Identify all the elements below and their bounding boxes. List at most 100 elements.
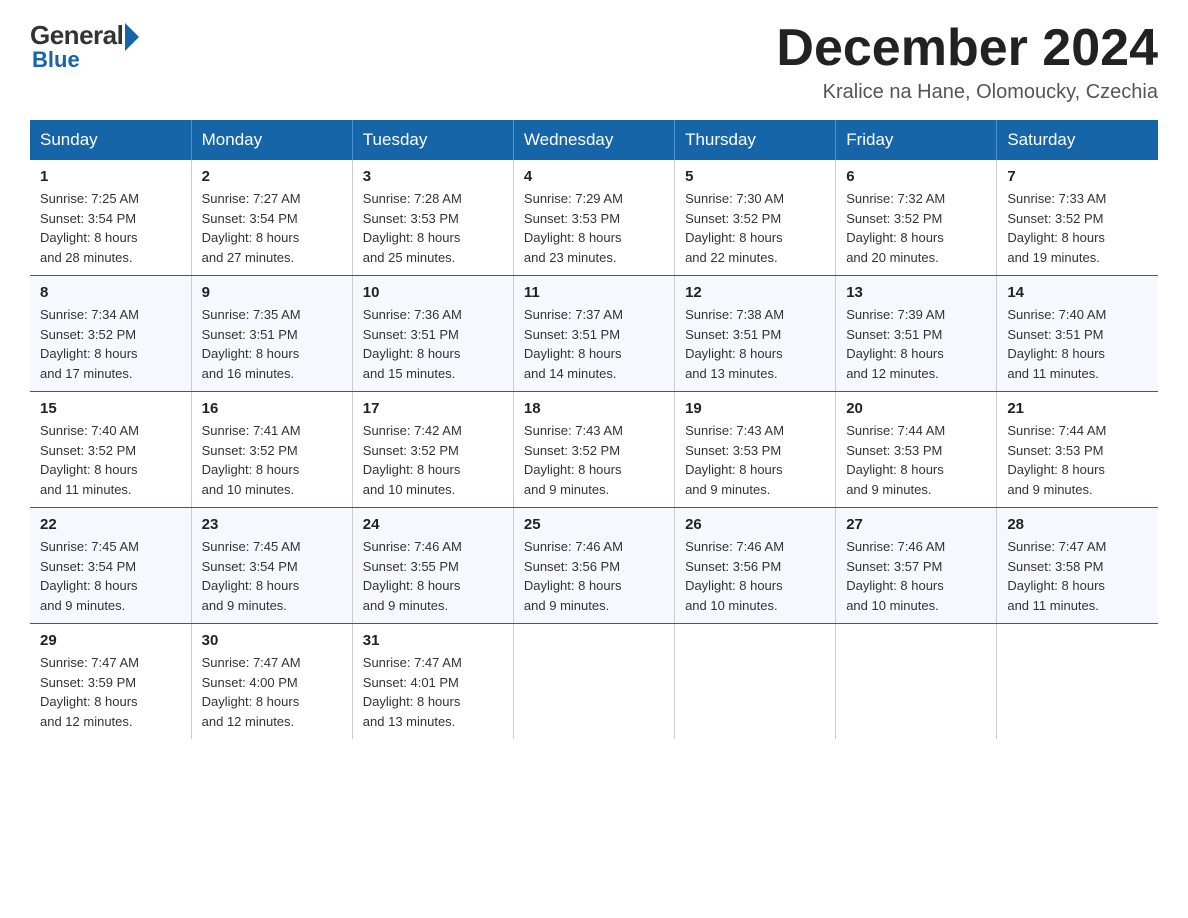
- day-detail: Sunrise: 7:45 AM Sunset: 3:54 PM Dayligh…: [202, 537, 342, 615]
- day-number: 14: [1007, 284, 1148, 301]
- day-number: 4: [524, 168, 664, 185]
- logo: General Blue: [30, 20, 139, 73]
- day-of-week-header: Wednesday: [513, 120, 674, 160]
- calendar-day-cell: 5 Sunrise: 7:30 AM Sunset: 3:52 PM Dayli…: [675, 160, 836, 276]
- day-number: 25: [524, 516, 664, 533]
- day-number: 12: [685, 284, 825, 301]
- day-detail: Sunrise: 7:32 AM Sunset: 3:52 PM Dayligh…: [846, 189, 986, 267]
- day-number: 21: [1007, 400, 1148, 417]
- calendar-day-cell: [675, 624, 836, 740]
- calendar-day-cell: [836, 624, 997, 740]
- calendar-week-row: 8 Sunrise: 7:34 AM Sunset: 3:52 PM Dayli…: [30, 276, 1158, 392]
- calendar-day-cell: 30 Sunrise: 7:47 AM Sunset: 4:00 PM Dayl…: [191, 624, 352, 740]
- day-of-week-header: Monday: [191, 120, 352, 160]
- title-section: December 2024 Kralice na Hane, Olomoucky…: [776, 20, 1158, 104]
- day-of-week-header: Saturday: [997, 120, 1158, 160]
- logo-blue-text: Blue: [32, 47, 80, 73]
- calendar-day-cell: 23 Sunrise: 7:45 AM Sunset: 3:54 PM Dayl…: [191, 508, 352, 624]
- calendar-day-cell: 31 Sunrise: 7:47 AM Sunset: 4:01 PM Dayl…: [352, 624, 513, 740]
- day-number: 6: [846, 168, 986, 185]
- day-detail: Sunrise: 7:47 AM Sunset: 4:01 PM Dayligh…: [363, 653, 503, 731]
- day-detail: Sunrise: 7:38 AM Sunset: 3:51 PM Dayligh…: [685, 305, 825, 383]
- day-detail: Sunrise: 7:40 AM Sunset: 3:52 PM Dayligh…: [40, 421, 181, 499]
- calendar-day-cell: 26 Sunrise: 7:46 AM Sunset: 3:56 PM Dayl…: [675, 508, 836, 624]
- day-detail: Sunrise: 7:43 AM Sunset: 3:53 PM Dayligh…: [685, 421, 825, 499]
- day-detail: Sunrise: 7:47 AM Sunset: 4:00 PM Dayligh…: [202, 653, 342, 731]
- day-number: 1: [40, 168, 181, 185]
- day-detail: Sunrise: 7:25 AM Sunset: 3:54 PM Dayligh…: [40, 189, 181, 267]
- calendar-week-row: 29 Sunrise: 7:47 AM Sunset: 3:59 PM Dayl…: [30, 624, 1158, 740]
- day-of-week-header: Friday: [836, 120, 997, 160]
- calendar-day-cell: 21 Sunrise: 7:44 AM Sunset: 3:53 PM Dayl…: [997, 392, 1158, 508]
- day-number: 18: [524, 400, 664, 417]
- month-title: December 2024: [776, 20, 1158, 77]
- day-number: 9: [202, 284, 342, 301]
- day-detail: Sunrise: 7:34 AM Sunset: 3:52 PM Dayligh…: [40, 305, 181, 383]
- day-number: 23: [202, 516, 342, 533]
- day-number: 16: [202, 400, 342, 417]
- day-detail: Sunrise: 7:33 AM Sunset: 3:52 PM Dayligh…: [1007, 189, 1148, 267]
- day-number: 27: [846, 516, 986, 533]
- day-detail: Sunrise: 7:46 AM Sunset: 3:55 PM Dayligh…: [363, 537, 503, 615]
- calendar-day-cell: 7 Sunrise: 7:33 AM Sunset: 3:52 PM Dayli…: [997, 160, 1158, 276]
- calendar-day-cell: 19 Sunrise: 7:43 AM Sunset: 3:53 PM Dayl…: [675, 392, 836, 508]
- day-detail: Sunrise: 7:41 AM Sunset: 3:52 PM Dayligh…: [202, 421, 342, 499]
- calendar-day-cell: 17 Sunrise: 7:42 AM Sunset: 3:52 PM Dayl…: [352, 392, 513, 508]
- calendar-day-cell: 25 Sunrise: 7:46 AM Sunset: 3:56 PM Dayl…: [513, 508, 674, 624]
- day-of-week-header: Tuesday: [352, 120, 513, 160]
- day-number: 3: [363, 168, 503, 185]
- day-number: 13: [846, 284, 986, 301]
- calendar-day-cell: 13 Sunrise: 7:39 AM Sunset: 3:51 PM Dayl…: [836, 276, 997, 392]
- day-detail: Sunrise: 7:46 AM Sunset: 3:57 PM Dayligh…: [846, 537, 986, 615]
- day-detail: Sunrise: 7:28 AM Sunset: 3:53 PM Dayligh…: [363, 189, 503, 267]
- calendar-day-cell: 1 Sunrise: 7:25 AM Sunset: 3:54 PM Dayli…: [30, 160, 191, 276]
- day-number: 17: [363, 400, 503, 417]
- day-detail: Sunrise: 7:27 AM Sunset: 3:54 PM Dayligh…: [202, 189, 342, 267]
- day-detail: Sunrise: 7:37 AM Sunset: 3:51 PM Dayligh…: [524, 305, 664, 383]
- calendar-day-cell: 27 Sunrise: 7:46 AM Sunset: 3:57 PM Dayl…: [836, 508, 997, 624]
- day-number: 31: [363, 632, 503, 649]
- calendar-day-cell: 2 Sunrise: 7:27 AM Sunset: 3:54 PM Dayli…: [191, 160, 352, 276]
- calendar-day-cell: 15 Sunrise: 7:40 AM Sunset: 3:52 PM Dayl…: [30, 392, 191, 508]
- calendar-day-cell: 9 Sunrise: 7:35 AM Sunset: 3:51 PM Dayli…: [191, 276, 352, 392]
- day-of-week-header: Thursday: [675, 120, 836, 160]
- day-detail: Sunrise: 7:42 AM Sunset: 3:52 PM Dayligh…: [363, 421, 503, 499]
- calendar-day-cell: [997, 624, 1158, 740]
- day-number: 5: [685, 168, 825, 185]
- location-subtitle: Kralice na Hane, Olomoucky, Czechia: [776, 81, 1158, 104]
- calendar-day-cell: 22 Sunrise: 7:45 AM Sunset: 3:54 PM Dayl…: [30, 508, 191, 624]
- calendar-week-row: 1 Sunrise: 7:25 AM Sunset: 3:54 PM Dayli…: [30, 160, 1158, 276]
- day-detail: Sunrise: 7:44 AM Sunset: 3:53 PM Dayligh…: [1007, 421, 1148, 499]
- day-number: 30: [202, 632, 342, 649]
- calendar-day-cell: 12 Sunrise: 7:38 AM Sunset: 3:51 PM Dayl…: [675, 276, 836, 392]
- day-number: 10: [363, 284, 503, 301]
- day-number: 20: [846, 400, 986, 417]
- calendar-day-cell: 20 Sunrise: 7:44 AM Sunset: 3:53 PM Dayl…: [836, 392, 997, 508]
- day-number: 8: [40, 284, 181, 301]
- calendar-day-cell: 8 Sunrise: 7:34 AM Sunset: 3:52 PM Dayli…: [30, 276, 191, 392]
- day-number: 26: [685, 516, 825, 533]
- day-number: 7: [1007, 168, 1148, 185]
- day-number: 28: [1007, 516, 1148, 533]
- day-detail: Sunrise: 7:39 AM Sunset: 3:51 PM Dayligh…: [846, 305, 986, 383]
- logo-arrow-icon: [125, 23, 139, 51]
- day-number: 15: [40, 400, 181, 417]
- day-number: 19: [685, 400, 825, 417]
- calendar-day-cell: 28 Sunrise: 7:47 AM Sunset: 3:58 PM Dayl…: [997, 508, 1158, 624]
- calendar-day-cell: 4 Sunrise: 7:29 AM Sunset: 3:53 PM Dayli…: [513, 160, 674, 276]
- day-detail: Sunrise: 7:29 AM Sunset: 3:53 PM Dayligh…: [524, 189, 664, 267]
- calendar-table: SundayMondayTuesdayWednesdayThursdayFrid…: [30, 120, 1158, 739]
- calendar-day-cell: 14 Sunrise: 7:40 AM Sunset: 3:51 PM Dayl…: [997, 276, 1158, 392]
- calendar-day-cell: 16 Sunrise: 7:41 AM Sunset: 3:52 PM Dayl…: [191, 392, 352, 508]
- day-detail: Sunrise: 7:44 AM Sunset: 3:53 PM Dayligh…: [846, 421, 986, 499]
- calendar-week-row: 22 Sunrise: 7:45 AM Sunset: 3:54 PM Dayl…: [30, 508, 1158, 624]
- day-detail: Sunrise: 7:40 AM Sunset: 3:51 PM Dayligh…: [1007, 305, 1148, 383]
- calendar-day-cell: 18 Sunrise: 7:43 AM Sunset: 3:52 PM Dayl…: [513, 392, 674, 508]
- day-detail: Sunrise: 7:45 AM Sunset: 3:54 PM Dayligh…: [40, 537, 181, 615]
- day-number: 2: [202, 168, 342, 185]
- calendar-week-row: 15 Sunrise: 7:40 AM Sunset: 3:52 PM Dayl…: [30, 392, 1158, 508]
- day-of-week-header: Sunday: [30, 120, 191, 160]
- day-detail: Sunrise: 7:30 AM Sunset: 3:52 PM Dayligh…: [685, 189, 825, 267]
- day-number: 11: [524, 284, 664, 301]
- calendar-day-cell: 29 Sunrise: 7:47 AM Sunset: 3:59 PM Dayl…: [30, 624, 191, 740]
